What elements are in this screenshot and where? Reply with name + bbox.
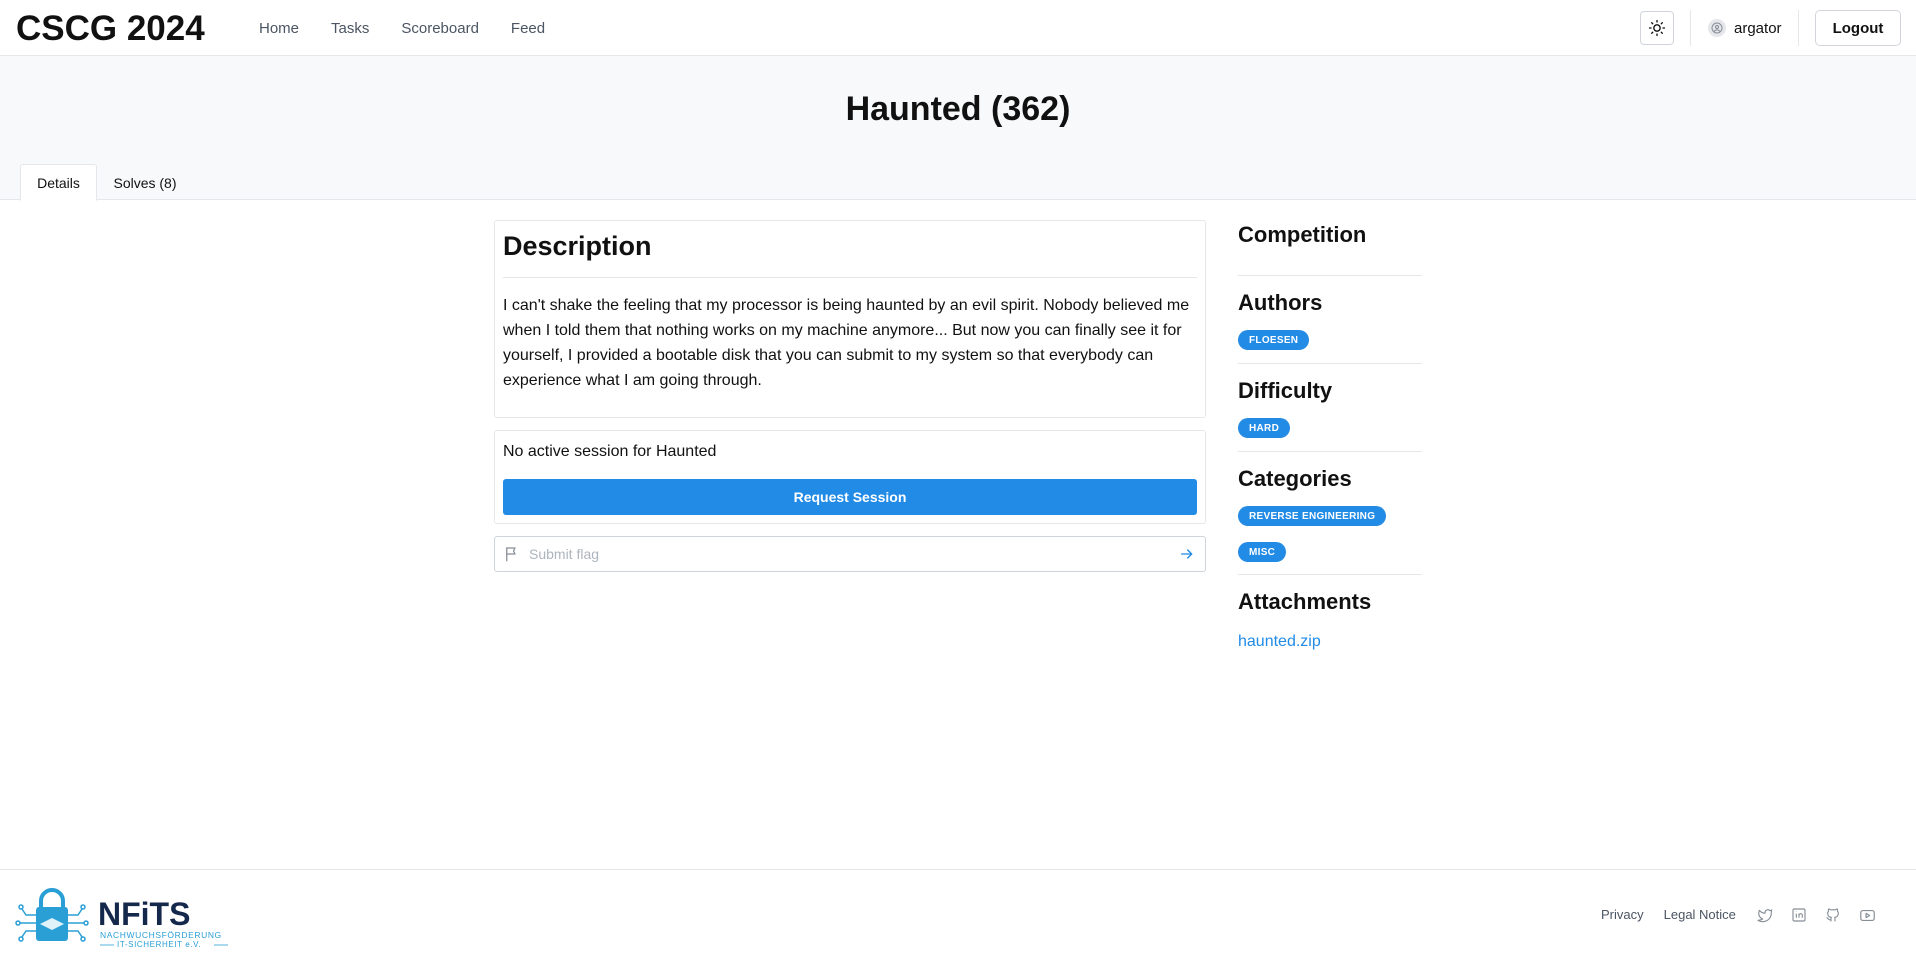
categories-heading: Categories [1238, 466, 1352, 491]
nav-tasks[interactable]: Tasks [331, 20, 369, 37]
theme-toggle-button[interactable] [1640, 11, 1674, 45]
tab-solves[interactable]: Solves (8) [97, 164, 193, 201]
nav-home[interactable]: Home [259, 20, 299, 37]
github-icon[interactable] [1824, 906, 1842, 924]
sidebar-divider [1238, 574, 1422, 575]
competition-heading: Competition [1238, 222, 1367, 247]
footer-links: Privacy Legal Notice [1601, 907, 1736, 922]
username: argator [1734, 19, 1782, 37]
main-nav: Home Tasks Scoreboard Feed [259, 20, 545, 37]
brand-title[interactable]: CSCG 2024 [16, 9, 205, 49]
top-navbar: CSCG 2024 Home Tasks Scoreboard Feed arg… [0, 0, 1916, 56]
logo-subtitle: IT-SICHERHEIT e.V. [117, 940, 201, 949]
page-footer: NFiTS NACHWUCHSFÖRDERUNG IT-SICHERHEIT e… [0, 869, 1916, 959]
description-divider [503, 277, 1197, 278]
user-circle-icon [1708, 19, 1726, 37]
header-divider [1690, 10, 1691, 46]
attachments-heading: Attachments [1238, 589, 1372, 614]
task-hero: Haunted (362) Details Solves (8) [0, 56, 1916, 201]
authors-heading: Authors [1238, 290, 1323, 315]
attachment-link[interactable]: haunted.zip [1238, 633, 1321, 651]
flag-submit-form [494, 536, 1206, 572]
logo-subtitle: NACHWUCHSFÖRDERUNG [100, 930, 222, 940]
request-session-button[interactable]: Request Session [503, 479, 1197, 515]
flag-input[interactable] [529, 538, 1149, 570]
difficulty-badge: HARD [1238, 418, 1291, 438]
nav-feed[interactable]: Feed [511, 20, 545, 37]
logout-button[interactable]: Logout [1815, 10, 1901, 46]
task-title: Haunted (362) [845, 90, 1071, 128]
description-text: I can't shake the feeling that my proces… [503, 297, 1190, 389]
flag-icon [506, 547, 516, 562]
user-menu[interactable]: argator [1708, 19, 1782, 37]
category-badge: REVERSE ENGINEERING [1238, 506, 1387, 526]
legal-notice-link[interactable]: Legal Notice [1664, 907, 1736, 922]
description-heading: Description [503, 231, 652, 261]
author-badge: FLOESEN [1238, 330, 1310, 350]
youtube-icon[interactable] [1858, 906, 1876, 924]
nav-scoreboard[interactable]: Scoreboard [401, 20, 479, 37]
nfits-logo[interactable]: NFiTS NACHWUCHSFÖRDERUNG IT-SICHERHEIT e… [14, 885, 234, 949]
tab-details[interactable]: Details [20, 164, 97, 201]
sidebar-divider [1238, 451, 1422, 452]
session-card: No active session for Haunted Request Se… [494, 430, 1206, 524]
session-status: No active session for Haunted [503, 443, 717, 460]
description-card: Description I can't shake the feeling th… [494, 220, 1206, 418]
linkedin-icon[interactable] [1790, 906, 1808, 924]
sun-icon [1648, 19, 1666, 37]
logo-text: NFiTS [98, 896, 190, 932]
category-badge: MISC [1238, 542, 1287, 562]
header-divider [1798, 10, 1799, 46]
privacy-link[interactable]: Privacy [1601, 907, 1644, 922]
sidebar-divider [1238, 275, 1422, 276]
arrow-right-icon[interactable] [1179, 546, 1195, 562]
sidebar-divider [1238, 363, 1422, 364]
difficulty-heading: Difficulty [1238, 378, 1333, 403]
twitter-icon[interactable] [1756, 906, 1774, 924]
